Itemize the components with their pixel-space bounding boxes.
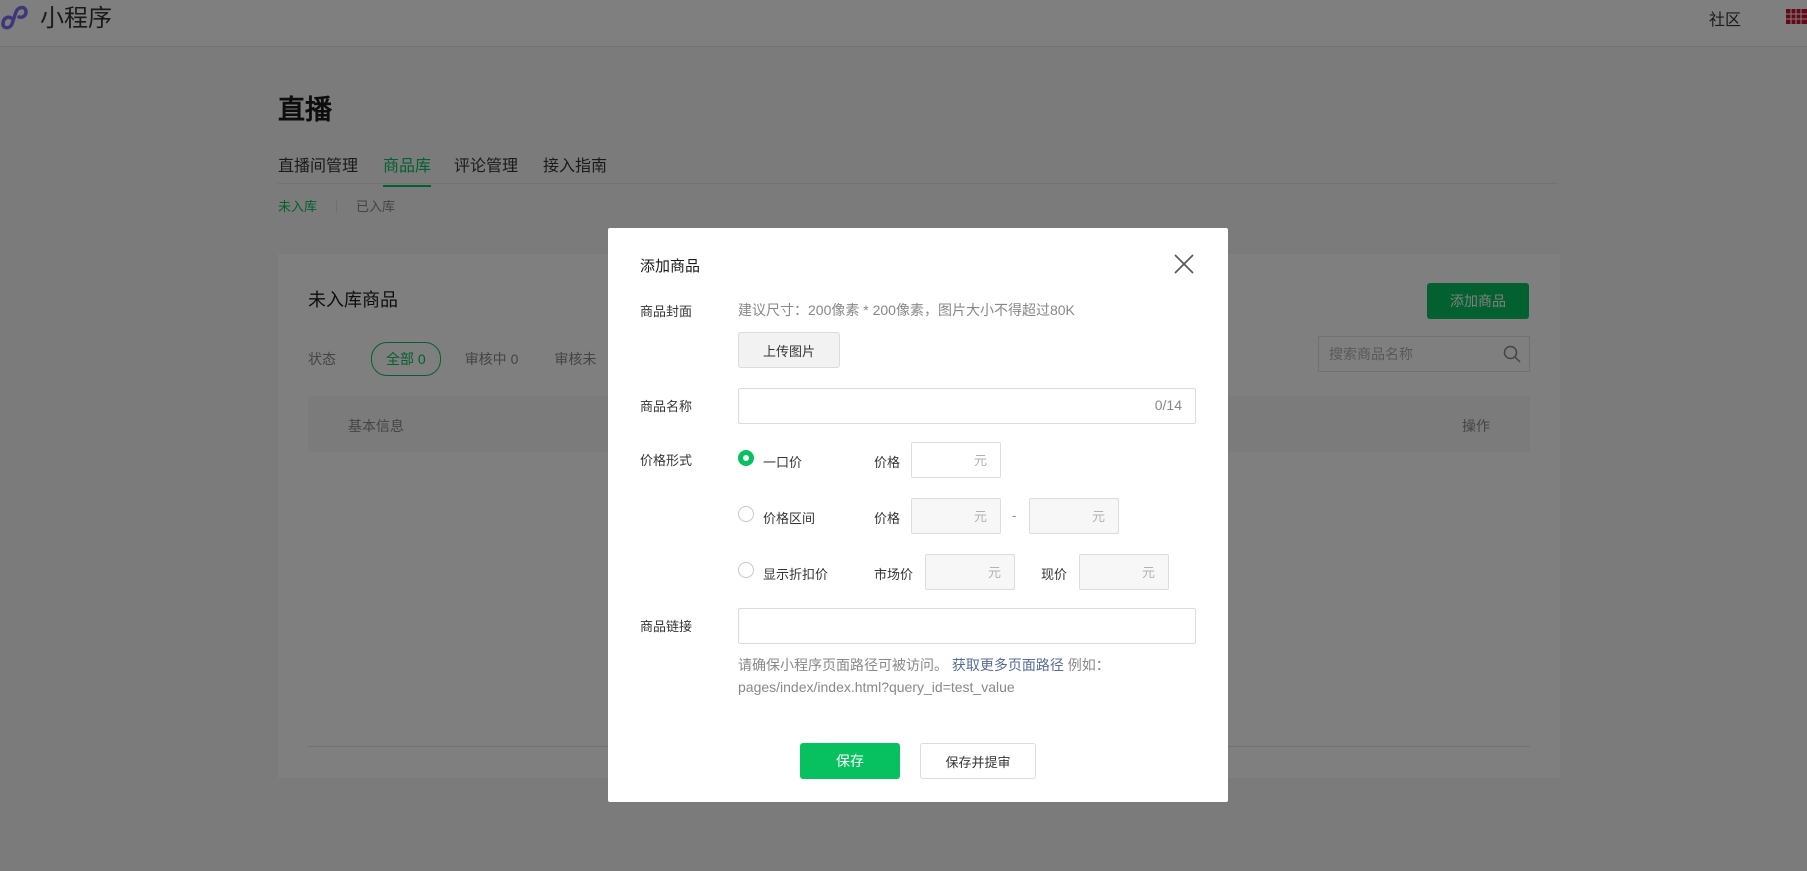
product-name-input[interactable]: 0/14 <box>738 388 1196 424</box>
radio-fixed-price-label[interactable]: 一口价 <box>763 452 802 471</box>
range-max-unit: 元 <box>1091 509 1105 524</box>
more-paths-link[interactable]: 获取更多页面路径 <box>952 657 1064 673</box>
current-price-label: 现价 <box>1041 567 1068 582</box>
range-price-label: 价格 <box>874 511 901 526</box>
name-char-counter: 0/14 <box>1154 397 1182 413</box>
range-min-input[interactable]: 元 <box>911 498 1001 534</box>
add-product-dialog: 添加商品 商品封面 建议尺寸：200像素 * 200像素，图片大小不得超过80K… <box>608 228 1228 802</box>
upload-image-button[interactable]: 上传图片 <box>738 332 840 368</box>
market-price-unit: 元 <box>987 565 1001 580</box>
fixed-price-unit: 元 <box>973 453 987 468</box>
current-price-input[interactable]: 元 <box>1079 554 1169 590</box>
save-and-submit-button[interactable]: 保存并提审 <box>920 743 1036 779</box>
radio-discount-price-label[interactable]: 显示折扣价 <box>763 564 828 583</box>
radio-price-range-label[interactable]: 价格区间 <box>763 508 815 527</box>
range-dash: - <box>1012 508 1017 523</box>
radio-discount-price[interactable] <box>738 562 754 578</box>
cover-label: 商品封面 <box>640 304 693 319</box>
dialog-title: 添加商品 <box>640 258 701 275</box>
range-max-input[interactable]: 元 <box>1029 498 1119 534</box>
range-min-unit: 元 <box>973 509 987 524</box>
radio-price-range[interactable] <box>738 506 754 522</box>
market-price-input[interactable]: 元 <box>925 554 1015 590</box>
market-price-label: 市场价 <box>874 567 914 582</box>
radio-fixed-price[interactable] <box>738 450 754 466</box>
fixed-price-input[interactable]: 元 <box>911 442 1001 478</box>
link-label: 商品链接 <box>640 619 693 634</box>
link-note: 请确保小程序页面路径可被访问。 获取更多页面路径 例如：pages/index/… <box>738 654 1198 698</box>
product-link-input[interactable] <box>738 608 1196 644</box>
fixed-price-label: 价格 <box>874 455 901 470</box>
save-button[interactable]: 保存 <box>800 743 900 779</box>
price-type-label: 价格形式 <box>640 453 693 468</box>
cover-hint: 建议尺寸：200像素 * 200像素，图片大小不得超过80K <box>738 302 1075 318</box>
current-price-unit: 元 <box>1141 565 1155 580</box>
link-note-text: 请确保小程序页面路径可被访问。 <box>738 657 948 673</box>
close-icon[interactable] <box>1173 253 1195 275</box>
name-label: 商品名称 <box>640 399 693 414</box>
